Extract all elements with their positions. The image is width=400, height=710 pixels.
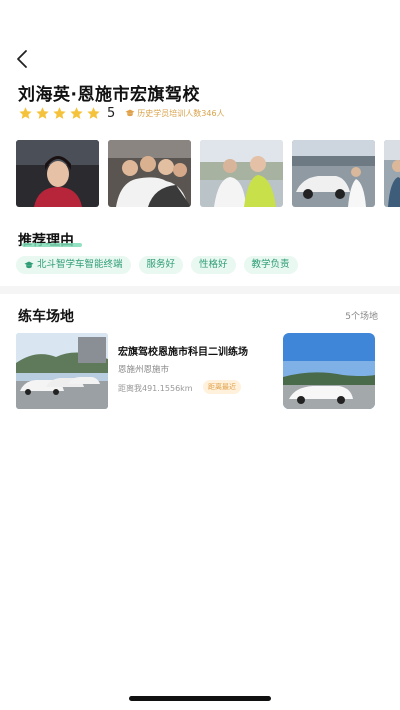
fields-count[interactable]: 5个场地 bbox=[345, 309, 378, 322]
fields-title: 练车场地 bbox=[18, 309, 74, 325]
field-card-2[interactable] bbox=[283, 333, 375, 409]
field-thumbnail bbox=[16, 333, 108, 409]
reason-tags: 北斗智学车智能终端 服务好 性格好 教学负责 bbox=[16, 256, 298, 274]
field-distance: 距离我491.1556km bbox=[118, 384, 193, 393]
reason-tag: 性格好 bbox=[191, 256, 236, 274]
reason-tag: 教学负责 bbox=[243, 256, 298, 274]
photo-gallery[interactable] bbox=[16, 140, 400, 208]
coach-photo-2[interactable] bbox=[108, 140, 191, 207]
coach-photo-5[interactable] bbox=[384, 140, 400, 207]
field-area: 恩施州恩施市 bbox=[118, 365, 170, 375]
coach-title: 刘海英·恩施市宏旗驾校 bbox=[18, 85, 200, 105]
trained-count: 历史学员培训人数346人 bbox=[125, 108, 225, 119]
reason-tag: 北斗智学车智能终端 bbox=[16, 256, 131, 274]
rating-row: 5 历史学员培训人数346人 bbox=[18, 104, 225, 122]
coach-photo-1[interactable] bbox=[16, 140, 99, 207]
home-indicator[interactable] bbox=[129, 696, 271, 701]
reasons-title: 推荐理由 bbox=[18, 233, 74, 249]
section-divider bbox=[0, 286, 400, 294]
back-button[interactable] bbox=[12, 48, 34, 70]
reason-tag: 服务好 bbox=[138, 256, 184, 274]
coach-photo-4[interactable] bbox=[292, 140, 375, 207]
rating-score: 5 bbox=[107, 105, 116, 121]
star-icon bbox=[36, 106, 49, 119]
rating-stars bbox=[18, 106, 101, 121]
coach-photo-3[interactable] bbox=[200, 140, 283, 207]
star-icon bbox=[19, 106, 32, 119]
star-icon bbox=[87, 106, 100, 119]
chevron-left-icon bbox=[17, 50, 27, 68]
trained-count-text: 历史学员培训人数346人 bbox=[137, 108, 225, 118]
reason-tag-label: 北斗智学车智能终端 bbox=[37, 259, 123, 270]
graduation-cap-icon bbox=[125, 109, 135, 117]
star-icon bbox=[70, 106, 83, 119]
graduation-cap-icon bbox=[24, 261, 34, 269]
field-card[interactable]: 宏旗驾校恩施市科目二训练场 恩施州恩施市 距离我491.1556km 距离最近 bbox=[16, 333, 274, 409]
field-name: 宏旗驾校恩施市科目二训练场 bbox=[118, 347, 248, 358]
reasons-title-underline bbox=[22, 243, 82, 247]
nearest-badge: 距离最近 bbox=[203, 380, 241, 394]
star-icon bbox=[53, 106, 66, 119]
